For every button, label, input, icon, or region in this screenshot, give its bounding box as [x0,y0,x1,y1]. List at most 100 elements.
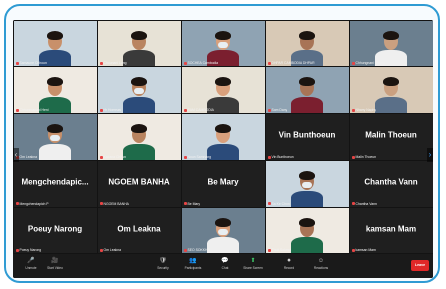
participant-name-text: kamsan Mam [355,248,376,253]
share-screen-button[interactable]: ⬆ Share Screen [239,256,267,276]
participant-name-text: Om Leakna [103,248,122,253]
participant-name-text: Chounani Lung [103,61,127,66]
security-icon: 🛡 [159,258,167,264]
participant-name-label: SOCHEA Cambodia [183,61,218,65]
muted-microphone-icon [183,202,187,206]
zoom-meeting-window: Samaune Chhoun Chounani Lung SOCHEA Cambod… [13,20,433,278]
participant-video [349,20,433,67]
share-screen-icon: ⬆ [250,258,256,264]
participant-tile[interactable]: Chounani Lung [97,20,181,67]
toolbar-button-label: Security [157,266,169,270]
participant-name-text: Sa Ke Chon [271,201,290,206]
participant-tile[interactable]: Kakana Chhun [97,114,181,160]
participant-name-text: Chhunmanani Heni [19,108,49,113]
participant-tile[interactable]: Som Dany [265,67,349,114]
previous-page-arrow[interactable]: ‹ [13,148,19,162]
participant-name-text: Hr Homeasi [103,108,122,113]
participant-video [13,20,97,67]
participant-display-name: Be Mary [207,177,239,187]
participant-display-name: Malin Thoeun [365,130,417,140]
leave-button[interactable]: Leave [411,260,429,271]
participants-icon: 👥 [189,258,197,264]
muted-microphone-icon [99,61,103,65]
muted-microphone-icon [99,202,103,206]
participant-display-name: kamsan Mam [365,224,417,234]
participants-button[interactable]: 👥 Participants [179,256,207,276]
participant-tile[interactable]: Vin Bunthoeun Vin Bunthoeun [265,114,349,160]
participant-name-text: NGOEM BANHA [103,201,129,206]
participant-tile[interactable]: Sa Ke Chon [265,160,349,207]
participant-tile[interactable]: Nhany Naphy [349,67,433,114]
participant-name-text: Som Dany [271,108,288,113]
participant-video [13,67,97,114]
muted-microphone-icon [15,108,19,112]
participant-tile[interactable]: Om Leakna Om Leakna [97,207,181,254]
participant-video [181,207,265,254]
participant-tile[interactable]: Om Leakna [13,114,97,160]
participant-tile[interactable]: Samaune Chhoun [13,20,97,67]
participant-tile[interactable]: Poeuy Narong Poeuy Narong [13,207,97,254]
participant-tile[interactable]: EAM CAMBODIA [181,67,265,114]
participant-display-name: NGOEM BANHA [108,177,170,187]
participant-name-text: Noun Samnang [187,154,212,159]
participant-name-text: Poeuy Narong [19,248,42,253]
participant-display-name: Vin Bunthoeun [278,130,336,140]
participant-video [349,67,433,114]
meeting-toolbar: Leave 🎤 Unmute 🎥 Start Video 🛡 Security 👥 Parti… [13,254,433,278]
participant-video [265,67,349,114]
participant-display-name: Chantha Vann [364,177,418,187]
muted-microphone-icon [267,249,271,253]
participant-name-text: Samaune Chhoun [19,61,47,66]
participant-name-text: Om Leakna [19,154,38,159]
muted-microphone-icon [15,202,19,206]
participant-name-label: Chhungnani Chhun [351,61,385,65]
participant-tile[interactable]: Chhunmanani Heni [13,67,97,114]
participant-tile[interactable]: Be Mary Be Mary [181,160,265,207]
participant-name-label: EAM CAMBODIA [183,108,214,112]
chat-icon: 💬 [221,258,229,264]
participant-video [13,114,97,160]
muted-microphone-icon [15,61,19,65]
muted-microphone-icon [183,108,187,112]
participant-tile[interactable]: NGOEM BANHA NGOEM BANHA [97,160,181,207]
participant-name-label: Chounani Lung [99,61,127,66]
toolbar-button-label: Share Screen [243,266,263,270]
reactions-button[interactable]: ☺ Reactions [307,256,335,276]
participant-name-text: SEO SOKKHA [187,248,210,253]
participant-video [181,114,265,160]
participant-tile[interactable]: Chantha Vann Chantha Vann [349,160,433,207]
participant-name-label: kamsan Mam [351,248,376,253]
participant-video [265,160,349,207]
next-page-arrow[interactable]: › [427,148,433,162]
participant-name-text: Be Mary [187,201,201,206]
participant-name-label: Sa Ke Chon [267,201,290,206]
security-button[interactable]: 🛡 Security [149,256,177,276]
participant-tile[interactable]: Noun Samnang [181,114,265,160]
participant-tile[interactable]: Malin Thoeun Malin Thoeun [349,114,433,160]
participant-video [265,20,349,67]
participant-name-label: NGOEM BANHA [99,201,129,206]
record-icon: ⏺ [287,258,291,264]
participant-tile[interactable]: SEO SOKKHA [181,207,265,254]
participant-tile[interactable]: SOCHEA Cambodia [181,20,265,67]
participant-tile[interactable]: Chhungnani Chhun [349,20,433,67]
participant-tile[interactable]: kamsan Mam kamsan Mam [349,207,433,254]
participant-name-text: Thoit Sokmoi [271,248,292,253]
participant-tile[interactable]: Hr Homeasi [97,67,181,114]
video-icon: 🎥 [51,258,59,264]
toolbar-button-label: Chat [221,266,229,270]
chat-button[interactable]: 💬 Chat [211,256,239,276]
muted-microphone-icon [351,249,355,253]
participant-name-label: Om Leakna [99,248,122,253]
gallery-view-grid: Samaune Chhoun Chounani Lung SOCHEA Cambod… [13,20,433,254]
record-button[interactable]: ⏺ Record [275,256,303,276]
muted-microphone-icon [99,155,103,159]
participant-display-name: Mengchendapic... [21,177,89,187]
muted-microphone-icon [15,249,19,253]
participant-tile[interactable]: Mengchendapic... Mengchendapich P [13,160,97,207]
video-button[interactable]: 🎥 Start Video [41,256,69,276]
participant-name-label: Malin Thoeun [351,155,376,159]
participant-tile[interactable]: Thoit Sokmoi [265,207,349,254]
toolbar-button-label: Participants [184,266,202,270]
participant-tile[interactable]: DHPAR CAMBODIA DHPAR [265,20,349,67]
